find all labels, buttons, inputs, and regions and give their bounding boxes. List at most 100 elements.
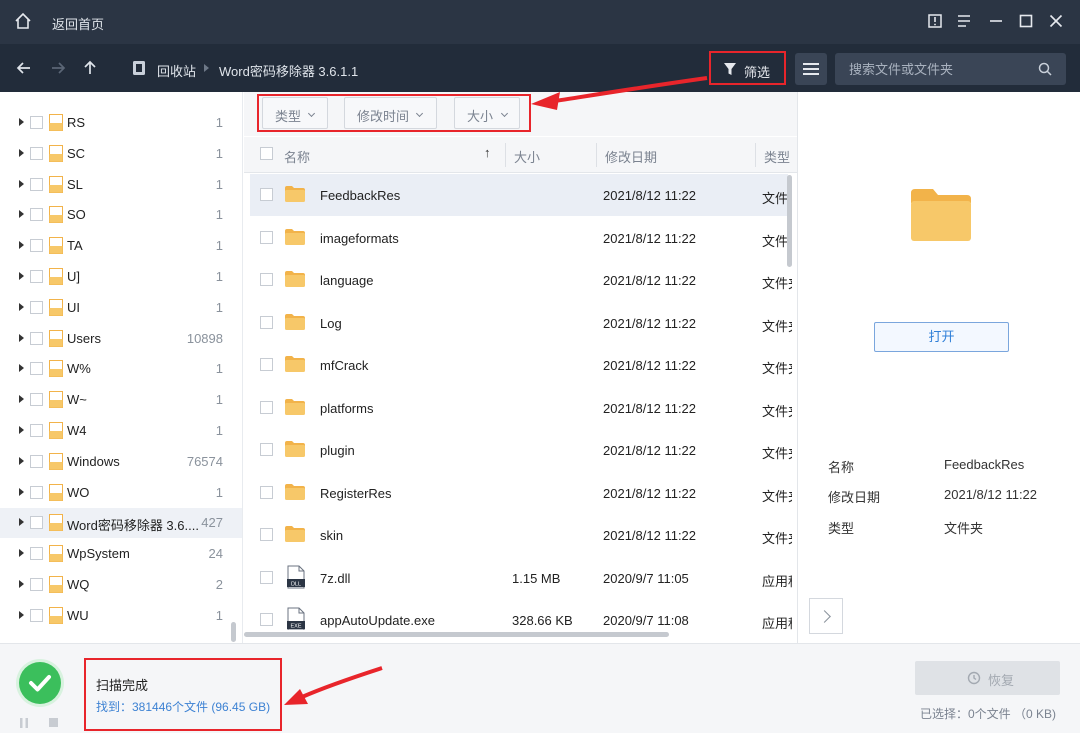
tree-item[interactable]: Users 10898 [0, 324, 242, 354]
file-row[interactable]: EXE appAutoUpdate.exe 328.66 KB 2020/9/7 11… [250, 599, 792, 630]
file-row-checkbox[interactable] [260, 188, 273, 201]
tree-item[interactable]: Word密码移除器 3.6.... 427 [0, 508, 242, 539]
open-button[interactable]: 打开 [874, 322, 1009, 352]
column-header-date[interactable]: 修改日期 [605, 147, 657, 166]
expand-arrow-icon[interactable] [19, 179, 24, 188]
select-all-checkbox[interactable] [260, 147, 273, 160]
recover-button[interactable]: 恢复 [915, 661, 1060, 695]
back-arrow-icon[interactable] [15, 59, 33, 77]
column-divider[interactable] [505, 143, 506, 167]
expand-arrow-icon[interactable] [19, 364, 24, 373]
minimize-icon[interactable] [987, 12, 1005, 30]
column-divider[interactable] [596, 143, 597, 167]
breadcrumb-recycle-bin[interactable]: 回收站 [157, 61, 196, 80]
tree-item[interactable]: RS 1 [0, 108, 242, 138]
file-row-checkbox[interactable] [260, 273, 273, 286]
file-list-horizontal-scrollbar[interactable] [244, 632, 669, 637]
tree-item[interactable]: UI 1 [0, 293, 242, 323]
tree-item[interactable]: TA 1 [0, 231, 242, 261]
pause-icon[interactable] [19, 718, 29, 728]
expand-arrow-icon[interactable] [19, 395, 24, 404]
maximize-icon[interactable] [1017, 12, 1035, 30]
file-row-checkbox[interactable] [260, 358, 273, 371]
tree-item-checkbox[interactable] [30, 146, 43, 160]
menu-icon[interactable] [955, 12, 973, 30]
file-row-checkbox[interactable] [260, 443, 273, 456]
stop-icon[interactable] [49, 718, 58, 727]
filter-size-dropdown[interactable]: 大小 [454, 97, 520, 129]
expand-arrow-icon[interactable] [19, 426, 24, 434]
tree-item-checkbox[interactable] [30, 331, 43, 345]
tree-item[interactable]: WQ 2 [0, 570, 242, 600]
file-row-checkbox[interactable] [260, 528, 273, 541]
file-row-checkbox[interactable] [260, 485, 273, 499]
file-row-checkbox[interactable] [260, 230, 273, 244]
tree-item-checkbox[interactable] [30, 485, 43, 499]
file-row[interactable]: skin 2021/8/12 11:22 文件夹 [250, 514, 792, 556]
file-row-checkbox[interactable] [260, 315, 273, 329]
tree-item[interactable]: WpSystem 24 [0, 539, 242, 569]
search-icon[interactable] [1038, 62, 1052, 76]
expand-arrow-icon[interactable] [19, 610, 24, 619]
home-icon[interactable] [14, 12, 32, 30]
tree-item-checkbox[interactable] [30, 239, 43, 253]
back-home-link[interactable]: 返回首页 [52, 14, 104, 33]
tree-item[interactable]: SO 1 [0, 200, 242, 230]
search-input[interactable] [835, 53, 1025, 85]
tree-item-checkbox[interactable] [30, 362, 43, 376]
tree-item-checkbox[interactable] [30, 516, 43, 530]
expand-arrow-icon[interactable] [19, 487, 24, 496]
tree-item[interactable]: Windows 76574 [0, 447, 242, 477]
file-list-vertical-scrollbar[interactable] [787, 175, 792, 267]
tree-item[interactable]: W~ 1 [0, 385, 242, 415]
expand-arrow-icon[interactable] [19, 580, 24, 588]
tree-item-checkbox[interactable] [30, 116, 43, 129]
up-arrow-icon[interactable] [81, 59, 99, 77]
file-row[interactable]: FeedbackRes2021/8/12 11:22文件夹 [250, 174, 792, 216]
tree-item-checkbox[interactable] [30, 393, 43, 407]
expand-arrow-icon[interactable] [19, 118, 24, 126]
file-row[interactable]: Log 2021/8/12 11:22 文件夹 [250, 302, 792, 344]
expand-arrow-icon[interactable] [19, 210, 24, 219]
filter-button[interactable]: 筛选 [709, 51, 786, 85]
tree-item[interactable]: SL 1 [0, 170, 242, 200]
sort-ascending-icon[interactable]: ↑ [484, 145, 491, 160]
tree-item-checkbox[interactable] [30, 177, 43, 191]
tree-item[interactable]: SC 1 [0, 139, 242, 169]
tree-item[interactable]: WO 1 [0, 478, 242, 508]
tree-item[interactable]: W4 1 [0, 416, 242, 446]
expand-arrow-icon[interactable] [19, 302, 24, 311]
file-row-checkbox[interactable] [260, 570, 273, 584]
expand-arrow-icon[interactable] [19, 272, 24, 280]
filter-type-dropdown[interactable]: 类型 [262, 97, 328, 129]
column-divider[interactable] [755, 143, 756, 167]
next-preview-button[interactable] [809, 598, 843, 634]
filter-modified-dropdown[interactable]: 修改时间 [344, 97, 437, 129]
tree-item-checkbox[interactable] [30, 300, 43, 314]
forward-arrow-icon[interactable] [49, 59, 67, 77]
tree-item-checkbox[interactable] [30, 608, 43, 622]
breadcrumb-current-folder[interactable]: Word密码移除器 3.6.1.1 [219, 61, 358, 80]
file-row[interactable]: language 2021/8/12 11:22 文件夹 [250, 259, 792, 301]
expand-arrow-icon[interactable] [19, 241, 24, 250]
expand-arrow-icon[interactable] [19, 549, 24, 558]
column-header-type[interactable]: 类型 [764, 147, 790, 166]
tree-item-checkbox[interactable] [30, 454, 43, 468]
file-row-checkbox[interactable] [260, 613, 273, 626]
tree-item-checkbox[interactable] [30, 424, 43, 437]
file-row[interactable]: RegisterRes 2021/8/12 11:22 文件夹 [250, 472, 792, 514]
file-row[interactable]: plugin 2021/8/12 11:22 文件夹 [250, 429, 792, 471]
close-icon[interactable] [1047, 12, 1065, 30]
expand-arrow-icon[interactable] [19, 148, 24, 157]
expand-arrow-icon[interactable] [19, 518, 24, 527]
expand-arrow-icon[interactable] [19, 456, 24, 465]
feedback-icon[interactable] [926, 12, 944, 30]
column-header-size[interactable]: 大小 [514, 147, 540, 166]
expand-arrow-icon[interactable] [19, 333, 24, 342]
tree-item-checkbox[interactable] [30, 270, 43, 283]
tree-item[interactable]: WU 1 [0, 601, 242, 631]
file-row-checkbox[interactable] [260, 400, 273, 414]
file-row[interactable]: DLL 7z.dll 1.15 MB 2020/9/7 11:05 应用程 [250, 557, 792, 599]
file-row[interactable]: imageformats2021/8/12 11:22文件夹 [250, 217, 792, 259]
column-header-name[interactable]: 名称 [284, 147, 310, 166]
